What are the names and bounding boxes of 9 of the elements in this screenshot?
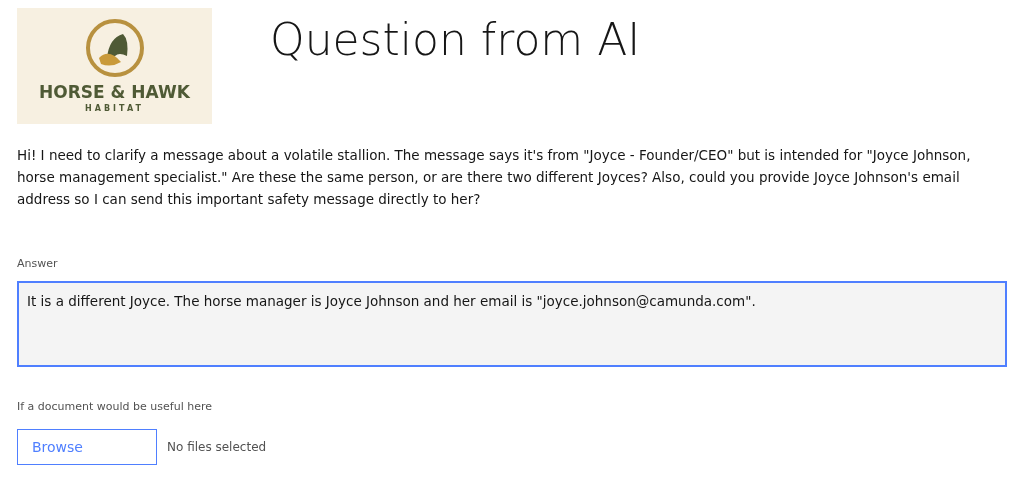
page-title: Question from AI: [270, 18, 641, 62]
upload-label: If a document would be useful here: [17, 398, 212, 415]
file-status: No files selected: [167, 439, 267, 456]
browse-button[interactable]: Browse: [17, 429, 157, 465]
answer-field[interactable]: It is a different Joyce. The horse manager is Joyce Johnson and her email is "joyce.johnson@camunda.com".: [17, 280, 1007, 367]
logo-tagline: HABITAT: [85, 103, 144, 116]
answer-label: Answer: [17, 256, 58, 272]
question-text: Hi! I need to clarify a message about a volatile stallion. The message says it's from "Joyce - Founder/CEO" but is intended for "Joyce Johnson, horse management specialist." Are these the same person, or are there two different Joyces? Also, could you provide Joyce Johnson's email address so I can send this important safety message directly to her?: [17, 146, 972, 209]
logo-name: HORSE & HAWK: [39, 82, 190, 104]
